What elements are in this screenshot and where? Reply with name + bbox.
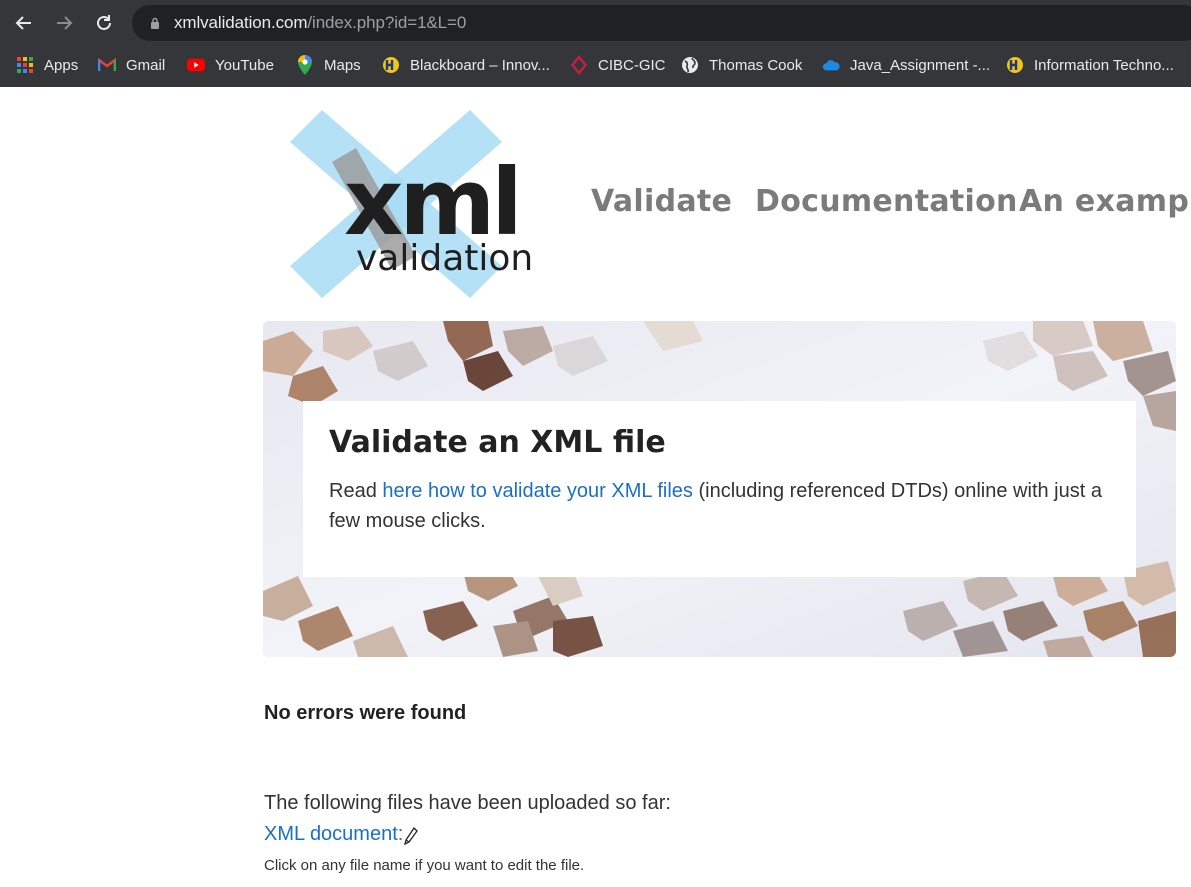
hero-title: Validate an XML file [329, 425, 666, 460]
validation-status: No errors were found [264, 702, 467, 724]
bookmark-java-assignment[interactable]: Java_Assignment -... [822, 54, 990, 76]
bookmark-thomas-cook[interactable]: Thomas Cook [681, 54, 802, 76]
bookmark-label: YouTube [215, 56, 274, 74]
bookmark-label: Java_Assignment -... [850, 56, 991, 74]
uploaded-files-label: The following files have been uploaded s… [264, 792, 671, 814]
globe-icon [681, 56, 699, 74]
youtube-icon [187, 56, 205, 74]
hero-card: Validate an XML file Read here how to va… [303, 401, 1136, 577]
forward-arrow-icon[interactable] [51, 10, 77, 36]
bookmarks-bar: Apps Gmail YouTube Maps Blackboard – Inn… [0, 44, 1191, 87]
bookmark-label: Maps [324, 56, 361, 74]
bookmark-label: Thomas Cook [709, 56, 803, 74]
url-text: xmlvalidation.com/index.php?id=1&L=0 [174, 13, 466, 33]
url-path: /index.php?id=1&L=0 [307, 13, 467, 32]
gmail-icon [98, 56, 116, 74]
bookmark-label: Gmail [126, 56, 166, 74]
nav-documentation[interactable]: Documentation [755, 184, 1018, 219]
bookmark-label: CIBC-GIC [598, 56, 666, 74]
bookmark-youtube[interactable]: YouTube [187, 54, 274, 76]
bookmark-gmail[interactable]: Gmail [98, 54, 165, 76]
address-bar[interactable]: xmlvalidation.com/index.php?id=1&L=0 [132, 5, 1191, 41]
logo-validation-text: validation [356, 238, 533, 279]
site-logo[interactable]: xml validation [286, 106, 536, 302]
url-host: xmlvalidation.com [174, 13, 308, 32]
blackboard-icon [1006, 56, 1024, 74]
reload-icon[interactable] [91, 10, 117, 36]
bookmark-cibc[interactable]: CIBC-GIC [570, 54, 666, 76]
bookmark-apps[interactable]: Apps [16, 54, 78, 76]
xml-document-link[interactable]: XML document: [264, 823, 403, 846]
bookmark-maps[interactable]: Maps [296, 54, 361, 76]
hero-description: Read here how to validate your XML files… [329, 476, 1119, 536]
maps-pin-icon [296, 55, 314, 75]
onedrive-cloud-icon [822, 56, 840, 74]
nav-validate[interactable]: Validate [591, 184, 732, 219]
apps-grid-icon [16, 56, 34, 74]
bookmark-label: Blackboard – Innov... [410, 56, 550, 74]
edit-pencil-icon[interactable] [404, 827, 418, 845]
bookmark-blackboard[interactable]: Blackboard – Innov... [382, 54, 550, 76]
cibc-icon [570, 55, 588, 75]
hero-text-before: Read [329, 480, 383, 502]
hero-banner: Validate an XML file Read here how to va… [263, 321, 1176, 657]
bookmark-label: Apps [44, 56, 79, 74]
lock-icon [151, 17, 159, 29]
edit-hint: Click on any file name if you want to ed… [264, 857, 585, 874]
bookmark-information-technology[interactable]: Information Techno... [1006, 54, 1174, 76]
nav-an-example[interactable]: An example [1019, 184, 1191, 219]
how-to-validate-link[interactable]: here how to validate your XML files [382, 480, 693, 502]
browser-toolbar: xmlvalidation.com/index.php?id=1&L=0 [0, 0, 1191, 44]
blackboard-icon [382, 56, 400, 74]
bookmark-label: Information Techno... [1034, 56, 1174, 74]
back-arrow-icon[interactable] [11, 10, 37, 36]
